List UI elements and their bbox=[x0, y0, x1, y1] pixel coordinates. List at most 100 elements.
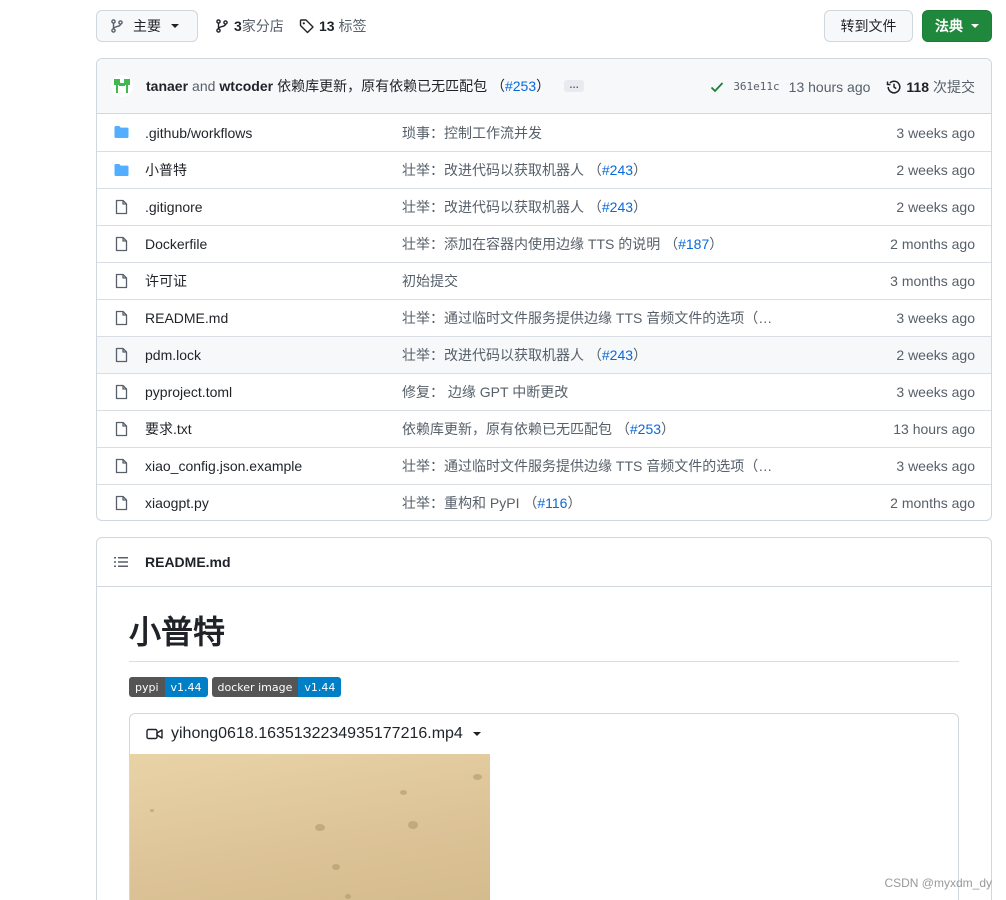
file-commit-message[interactable]: 壮举：通过临时文件服务提供边缘 TTS 音频文件的选项（#... bbox=[402, 456, 774, 476]
file-pr-link[interactable]: #243 bbox=[602, 199, 633, 215]
file-name[interactable]: 小普特 bbox=[145, 160, 187, 180]
file-pr-link[interactable]: #243 bbox=[602, 347, 633, 363]
badge-label: pypi bbox=[129, 677, 165, 697]
file-commit-message[interactable]: 壮举：改进代码以获取机器人 （#243） bbox=[402, 197, 647, 217]
file-name[interactable]: 许可证 bbox=[145, 271, 187, 291]
file-name[interactable]: Dockerfile bbox=[145, 236, 207, 252]
file-name[interactable]: pyproject.toml bbox=[145, 384, 232, 400]
commit-author-2[interactable]: wtcoder bbox=[219, 78, 273, 94]
paren-open: （ bbox=[615, 421, 630, 437]
file-row[interactable]: 许可证 初始提交 3 months ago bbox=[97, 262, 991, 299]
file-row[interactable]: README.md 壮举：通过临时文件服务提供边缘 TTS 音频文件的选项（#..… bbox=[97, 299, 991, 336]
paren-close: ） bbox=[633, 347, 648, 363]
file-commit-text: 壮举：改进代码以获取机器人 bbox=[402, 162, 588, 178]
chevron-down-icon bbox=[171, 24, 179, 28]
file-icon bbox=[115, 347, 128, 363]
file-row[interactable]: .gitignore 壮举：改进代码以获取机器人 （#243） 2 weeks ag… bbox=[97, 188, 991, 225]
paren-close: ） bbox=[633, 199, 648, 215]
file-commit-text: 初始提交 bbox=[402, 273, 458, 289]
file-name[interactable]: .gitignore bbox=[145, 199, 203, 215]
file-commit-message[interactable]: 壮举：改进代码以获取机器人 （#243） bbox=[402, 345, 647, 365]
commits-count[interactable]: 118 bbox=[906, 79, 929, 95]
file-commit-text: 壮举：改进代码以获取机器人 bbox=[402, 347, 588, 363]
readme-filename[interactable]: README.md bbox=[145, 554, 231, 570]
readme-content: 小普特 pypi v1.44 docker image v1.44 yihong… bbox=[129, 587, 959, 900]
branches-link[interactable]: 3 家分店 bbox=[214, 10, 284, 42]
branch-icon bbox=[216, 19, 228, 33]
file-commit-message[interactable]: 依赖库更新，原有依赖已无匹配包 （#253） bbox=[402, 419, 675, 439]
file-commit-message[interactable]: 壮举：添加在容器内使用边缘 TTS 的说明 （#187） bbox=[402, 234, 723, 254]
file-pr-link[interactable]: #243 bbox=[602, 162, 633, 178]
file-browser: tanaer and wtcoder 依赖库更新，原有依赖已无匹配包 （#253… bbox=[96, 58, 992, 521]
file-name[interactable]: pdm.lock bbox=[145, 347, 201, 363]
branch-label: 主要 bbox=[133, 18, 161, 34]
badge-value: v1.44 bbox=[164, 677, 208, 697]
file-row[interactable]: 小普特 壮举：改进代码以获取机器人 （#243） 2 weeks ago bbox=[97, 151, 991, 188]
video-embed: yihong0618.1635132234935177216.mp4 bbox=[129, 713, 959, 900]
file-commit-message[interactable]: 壮举：改进代码以获取机器人 （#243） bbox=[402, 160, 647, 180]
file-name[interactable]: 要求.txt bbox=[145, 419, 192, 439]
commit-message[interactable]: 依赖库更新，原有依赖已无匹配包 bbox=[277, 76, 487, 96]
file-commit-message[interactable]: 琐事：控制工作流并发 bbox=[402, 123, 542, 143]
video-header[interactable]: yihong0618.1635132234935177216.mp4 bbox=[130, 714, 958, 754]
commit-meta: 361e11c 13 hours ago 118 次提交 bbox=[709, 59, 975, 114]
file-commit-text: 琐事：控制工作流并发 bbox=[402, 124, 542, 141]
file-row[interactable]: 要求.txt 依赖库更新，原有依赖已无匹配包 （#253） 13 hours ago bbox=[97, 410, 991, 447]
file-commit-time: 3 weeks ago bbox=[896, 310, 975, 326]
tags-label: 标签 bbox=[338, 18, 367, 34]
file-pr-link[interactable]: #187 bbox=[678, 236, 709, 252]
tags-link[interactable]: 13 标签 bbox=[299, 10, 366, 42]
file-name[interactable]: .github/workflows bbox=[145, 125, 252, 141]
file-commit-time: 3 weeks ago bbox=[896, 458, 975, 474]
file-icon bbox=[115, 236, 128, 252]
avatar[interactable] bbox=[111, 75, 133, 97]
paren-close: ） bbox=[567, 495, 582, 511]
readme-header: README.md bbox=[97, 538, 991, 587]
file-name[interactable]: xiaogpt.py bbox=[145, 495, 209, 511]
file-icon bbox=[115, 273, 128, 289]
commit-and: and bbox=[192, 78, 216, 94]
file-commit-message[interactable]: 初始提交 bbox=[402, 271, 458, 291]
file-name[interactable]: README.md bbox=[145, 310, 228, 326]
file-commit-text: 壮举：通过临时文件服务提供边缘 TTS 音频文件的选项（ bbox=[402, 310, 759, 326]
commit-expand-button[interactable]: … bbox=[564, 80, 585, 92]
file-commit-time: 2 weeks ago bbox=[896, 199, 975, 215]
video-player[interactable] bbox=[130, 754, 490, 900]
file-row[interactable]: pyproject.toml 修复： 边缘 GPT 中断更改 3 weeks ago bbox=[97, 373, 991, 410]
branch-select-button[interactable]: 主要 bbox=[96, 10, 198, 42]
badges: pypi v1.44 docker image v1.44 bbox=[129, 677, 959, 697]
file-row[interactable]: Dockerfile 壮举：添加在容器内使用边缘 TTS 的说明 （#187） 2 … bbox=[97, 225, 991, 262]
file-commit-text: 壮举：通过临时文件服务提供边缘 TTS 音频文件的选项（ bbox=[402, 458, 759, 474]
file-row[interactable]: .github/workflows 琐事：控制工作流并发 3 weeks ago bbox=[97, 114, 991, 151]
readme-title: 小普特 bbox=[129, 607, 959, 662]
paren-open: （ bbox=[587, 162, 602, 178]
pypi-badge[interactable]: pypi v1.44 bbox=[129, 677, 208, 697]
branches-label: 家分店 bbox=[241, 18, 284, 34]
go-to-file-button[interactable]: 转到文件 bbox=[824, 10, 913, 42]
file-name[interactable]: xiao_config.json.example bbox=[145, 458, 302, 474]
commit-author-1[interactable]: tanaer bbox=[146, 78, 188, 94]
file-row[interactable]: pdm.lock 壮举：改进代码以获取机器人 （#243） 2 weeks ago bbox=[97, 336, 991, 373]
file-icon bbox=[115, 458, 128, 474]
history-icon bbox=[887, 79, 901, 93]
file-pr-link[interactable]: #253 bbox=[630, 421, 661, 437]
commit-sha[interactable]: 361e11c bbox=[733, 80, 779, 93]
docker-badge[interactable]: docker image v1.44 bbox=[211, 677, 342, 697]
chevron-down-icon bbox=[971, 24, 979, 28]
branches-count: 3 bbox=[234, 18, 242, 34]
commit-pr-link[interactable]: #253 bbox=[505, 78, 536, 94]
file-row[interactable]: xiao_config.json.example 壮举：通过临时文件服务提供边缘 … bbox=[97, 447, 991, 484]
file-commit-time: 3 weeks ago bbox=[896, 124, 975, 141]
file-row[interactable]: xiaogpt.py 壮举：重构和 PyPI （#116） 2 months ago bbox=[97, 484, 991, 520]
file-commit-text: 壮举：添加在容器内使用边缘 TTS 的说明 bbox=[402, 236, 665, 252]
file-commit-message[interactable]: 修复： 边缘 GPT 中断更改 bbox=[402, 382, 568, 402]
watermark: CSDN @myxdm_dy bbox=[884, 876, 992, 890]
code-button[interactable]: 法典 bbox=[922, 10, 992, 42]
file-list: .github/workflows 琐事：控制工作流并发 3 weeks ago 小普… bbox=[97, 114, 991, 520]
commits-label[interactable]: 次提交 bbox=[933, 77, 975, 97]
file-commit-message[interactable]: 壮举：通过临时文件服务提供边缘 TTS 音频文件的选项（#... bbox=[402, 308, 774, 328]
file-commit-message[interactable]: 壮举：重构和 PyPI （#116） bbox=[402, 493, 581, 513]
list-icon[interactable] bbox=[113, 554, 129, 570]
branch-icon bbox=[111, 19, 123, 33]
file-pr-link[interactable]: #116 bbox=[537, 495, 567, 511]
